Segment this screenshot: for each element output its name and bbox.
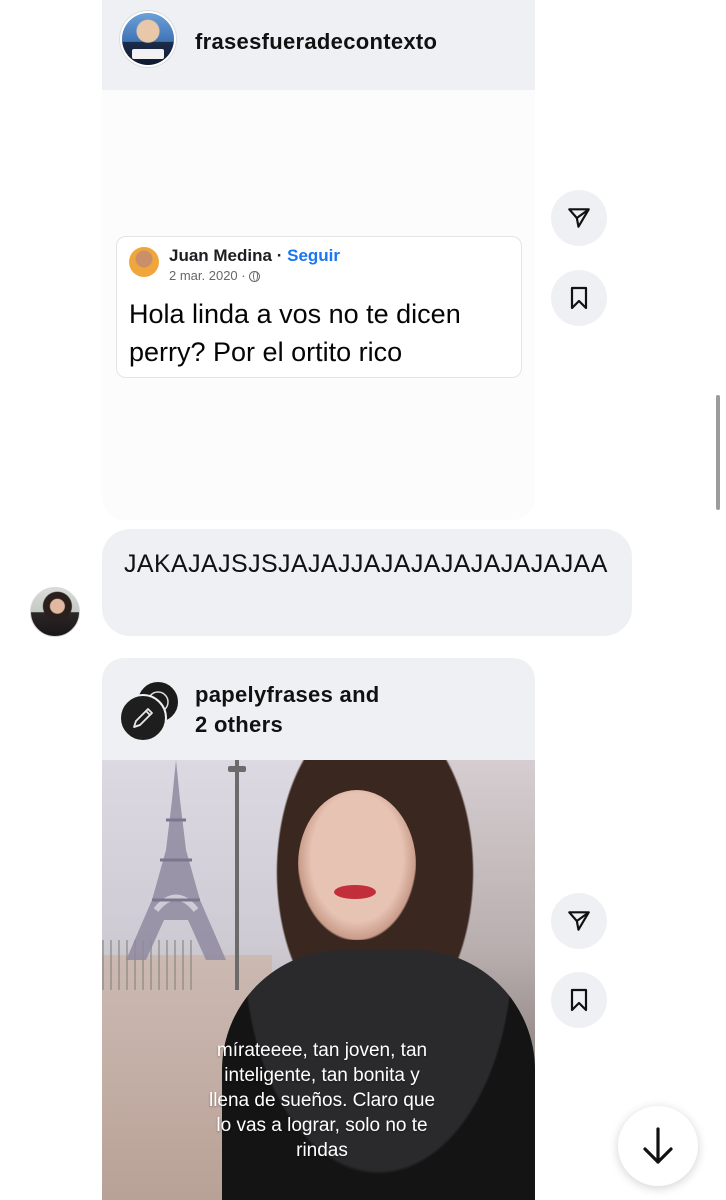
- follow-link: Seguir: [287, 246, 341, 265]
- profile-avatar[interactable]: [119, 10, 177, 68]
- embedded-author-line: Juan Medina · Seguir: [169, 246, 340, 266]
- reel-video-thumbnail[interactable]: mírateeee, tan joven, tan inteligente, t…: [102, 760, 535, 1200]
- collab-username-line-1: papelyfrases and: [195, 682, 380, 707]
- message-text: JAKAJAJSJSJAJAJJAJAJAJAJAJAJAJAA: [124, 550, 608, 578]
- scroll-to-bottom-button[interactable]: [618, 1106, 698, 1186]
- embedded-post-date: 2 mar. 2020 ·: [169, 268, 246, 283]
- person-face: [298, 790, 416, 940]
- bookmark-icon: [570, 988, 588, 1012]
- papelyfrases-avatar[interactable]: [119, 694, 167, 742]
- caption-line: llena de sueños. Claro que: [208, 1090, 436, 1111]
- scrollbar[interactable]: [716, 395, 720, 510]
- caption-line: lo vas a lograr, solo no te: [216, 1115, 428, 1136]
- eiffel-tower-image: [126, 760, 226, 960]
- embedded-author-name: Juan Medina: [169, 246, 272, 265]
- collab-username-line-2: 2 others: [195, 712, 283, 737]
- shared-post-header[interactable]: frasesfueradecontexto: [102, 0, 535, 90]
- save-button[interactable]: [551, 972, 607, 1028]
- caption-line: inteligente, tan bonita y: [224, 1065, 420, 1086]
- reel-caption: mírateeee, tan joven, tan inteligente, t…: [192, 1038, 452, 1163]
- post-collab-usernames[interactable]: papelyfrases and 2 others: [195, 680, 380, 740]
- embedded-post-meta: 2 mar. 2020 ·: [169, 268, 261, 283]
- bookmark-icon: [570, 286, 588, 310]
- arrow-down-icon: [643, 1127, 673, 1164]
- caption-line: mírateeee, tan joven, tan: [216, 1040, 428, 1061]
- pencil-icon: [133, 708, 153, 728]
- embedded-author-avatar: [129, 247, 159, 277]
- save-button[interactable]: [551, 270, 607, 326]
- share-button[interactable]: [551, 893, 607, 949]
- embedded-separator: ·: [276, 246, 283, 265]
- post-username[interactable]: frasesfueradecontexto: [195, 29, 437, 55]
- message-bubble[interactable]: JAKAJAJSJSJAJAJJAJAJAJAJAJAJAJAA: [102, 529, 632, 636]
- globe-icon: [249, 271, 261, 282]
- embedded-post: Juan Medina · Seguir 2 mar. 2020 · Hola …: [116, 236, 522, 378]
- user-avatar[interactable]: [30, 587, 80, 637]
- send-icon: [568, 208, 590, 228]
- share-button[interactable]: [551, 190, 607, 246]
- embedded-post-text: Hola linda a vos no te dicen perry? Por …: [129, 299, 461, 367]
- send-icon: [568, 911, 590, 931]
- shared-post-2[interactable]: papelyfrases and 2 others mírateeee, tan…: [102, 658, 535, 1200]
- caption-line: rindas: [296, 1140, 348, 1161]
